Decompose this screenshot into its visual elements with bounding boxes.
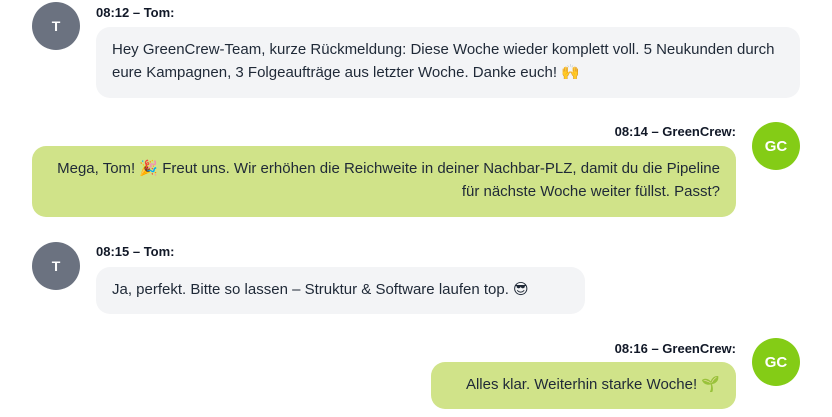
message-bubble: Alles klar. Weiterhin starke Woche! 🌱 bbox=[431, 362, 736, 409]
chat-thread: T 08:12 – Tom: Hey GreenCrew-Team, kurze… bbox=[0, 0, 832, 417]
message-meta: 08:14 – GreenCrew: bbox=[614, 124, 736, 139]
avatar-initials: T bbox=[51, 258, 61, 274]
message-meta: 08:15 – Tom: bbox=[96, 244, 175, 259]
message-meta: 08:16 – GreenCrew: bbox=[614, 341, 736, 356]
avatar: GC bbox=[752, 122, 800, 170]
avatar: GC bbox=[752, 338, 800, 386]
message-text: Hey GreenCrew-Team, kurze Rückmeldung: D… bbox=[112, 41, 775, 81]
message-bubble: Mega, Tom! 🎉 Freut uns. Wir erhöhen die … bbox=[32, 146, 736, 217]
avatar: T bbox=[32, 242, 80, 290]
avatar: T bbox=[32, 2, 80, 50]
message-text: Mega, Tom! 🎉 Freut uns. Wir erhöhen die … bbox=[57, 160, 720, 200]
avatar-initials: GC bbox=[764, 353, 788, 371]
message-bubble: Hey GreenCrew-Team, kurze Rückmeldung: D… bbox=[96, 27, 800, 98]
message-meta: 08:12 – Tom: bbox=[96, 5, 175, 20]
avatar-initials: T bbox=[51, 18, 61, 34]
message-text: Ja, perfekt. Bitte so lassen – Struktur … bbox=[112, 281, 529, 298]
message-text: Alles klar. Weiterhin starke Woche! 🌱 bbox=[465, 376, 720, 393]
message-bubble: Ja, perfekt. Bitte so lassen – Struktur … bbox=[96, 267, 585, 314]
avatar-initials: GC bbox=[764, 137, 788, 155]
